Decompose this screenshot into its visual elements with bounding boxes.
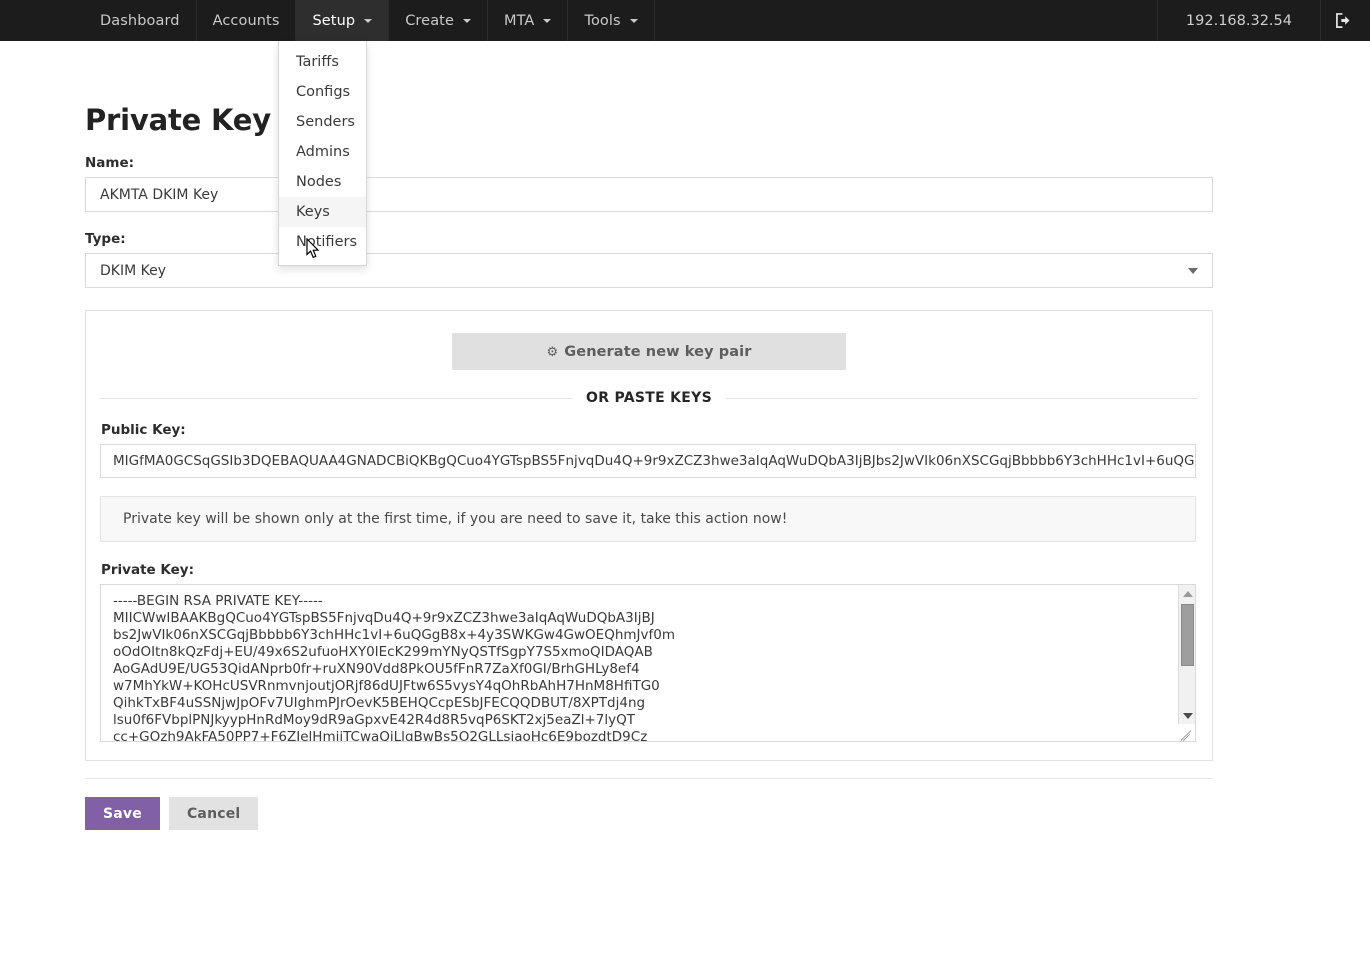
form-actions: Save Cancel [85, 778, 1213, 830]
chevron-down-icon [364, 18, 373, 23]
server-ip-address: 192.168.32.54 [1156, 0, 1320, 41]
chevron-down-icon [629, 18, 638, 23]
chevron-down-icon [543, 18, 552, 23]
private-key-label: Private Key: [101, 562, 194, 578]
public-key-input[interactable]: MIGfMA0GCSqGSIb3DQEBAQUAA4GNADCBiQKBgQCu… [100, 444, 1196, 478]
nav-item-tools[interactable]: Tools [567, 0, 655, 41]
or-paste-keys-divider: OR PASTE KEYS [100, 390, 1198, 406]
name-input-value: AKMTA DKIM Key [100, 186, 219, 203]
page-content: Private Key #n Name: AKMTA DKIM Key Type… [0, 103, 1370, 830]
page-title: Private Key #n [85, 103, 326, 137]
nav-label-create: Create [405, 12, 454, 29]
dropdown-item-nodes[interactable]: Nodes [279, 167, 366, 197]
private-key-value: -----BEGIN RSA PRIVATE KEY----- MIICWwIB… [113, 593, 675, 742]
nav-label-setup: Setup [312, 12, 356, 29]
nav-item-create[interactable]: Create [388, 0, 488, 41]
scroll-down-arrow-icon[interactable] [1179, 707, 1195, 724]
chevron-down-icon [1188, 267, 1198, 274]
nav-label-mta: MTA [503, 12, 535, 29]
nav-item-dashboard[interactable]: Dashboard [84, 0, 197, 41]
logout-icon [1336, 13, 1350, 28]
nav-label-tools: Tools [584, 12, 621, 29]
save-button[interactable]: Save [85, 797, 160, 830]
gear-icon: ⚙ [546, 344, 559, 360]
nav-item-accounts[interactable]: Accounts [195, 0, 297, 41]
top-navbar: Dashboard Accounts Setup Create MTA Tool… [0, 0, 1370, 41]
nav-label-accounts: Accounts [212, 12, 280, 29]
textarea-resize-handle[interactable] [1178, 724, 1195, 741]
or-paste-keys-label: OR PASTE KEYS [586, 390, 712, 406]
name-field-label: Name: [85, 155, 135, 171]
public-key-value: MIGfMA0GCSqGSIb3DQEBAQUAA4GNADCBiQKBgQCu… [113, 453, 1196, 469]
nav-label-dashboard: Dashboard [100, 12, 180, 29]
type-select-value: DKIM Key [100, 262, 167, 279]
scroll-up-arrow-icon[interactable] [1179, 585, 1195, 602]
name-input[interactable]: AKMTA DKIM Key [85, 177, 1213, 212]
private-key-textarea[interactable]: -----BEGIN RSA PRIVATE KEY----- MIICWwIB… [100, 584, 1196, 742]
textarea-scrollbar[interactable] [1178, 585, 1195, 741]
dropdown-item-tariffs[interactable]: Tariffs [279, 47, 366, 77]
public-key-label: Public Key: [101, 422, 186, 438]
scrollbar-thumb[interactable] [1181, 604, 1194, 666]
nav-item-setup[interactable]: Setup [295, 0, 390, 41]
key-panel: ⚙ Generate new key pair OR PASTE KEYS Pub… [85, 310, 1213, 761]
navbar-left-spacer [0, 0, 85, 41]
nav-item-mta[interactable]: MTA [486, 0, 569, 41]
cancel-button[interactable]: Cancel [168, 797, 259, 830]
navbar-right-group: 192.168.32.54 [1156, 0, 1370, 41]
dropdown-item-notifiers[interactable]: Notifiers [279, 227, 366, 257]
logout-button[interactable] [1320, 0, 1370, 41]
dropdown-item-keys[interactable]: Keys [279, 197, 366, 227]
generate-key-pair-label: Generate new key pair [564, 343, 752, 360]
dropdown-item-configs[interactable]: Configs [279, 77, 366, 107]
type-select[interactable]: DKIM Key [85, 253, 1213, 288]
generate-key-pair-button[interactable]: ⚙ Generate new key pair [452, 333, 846, 370]
paste-keys-section: Public Key: MIGfMA0GCSqGSIb3DQEBAQUAA4GN… [100, 422, 1198, 742]
dropdown-item-senders[interactable]: Senders [279, 107, 366, 137]
chevron-down-icon [462, 18, 471, 23]
private-key-warning-text: Private key will be shown only at the fi… [123, 511, 788, 527]
private-key-warning: Private key will be shown only at the fi… [100, 496, 1196, 542]
dropdown-item-admins[interactable]: Admins [279, 137, 366, 167]
type-field-label: Type: [85, 231, 126, 247]
setup-dropdown-menu: Tariffs Configs Senders Admins Nodes Key… [278, 41, 367, 266]
